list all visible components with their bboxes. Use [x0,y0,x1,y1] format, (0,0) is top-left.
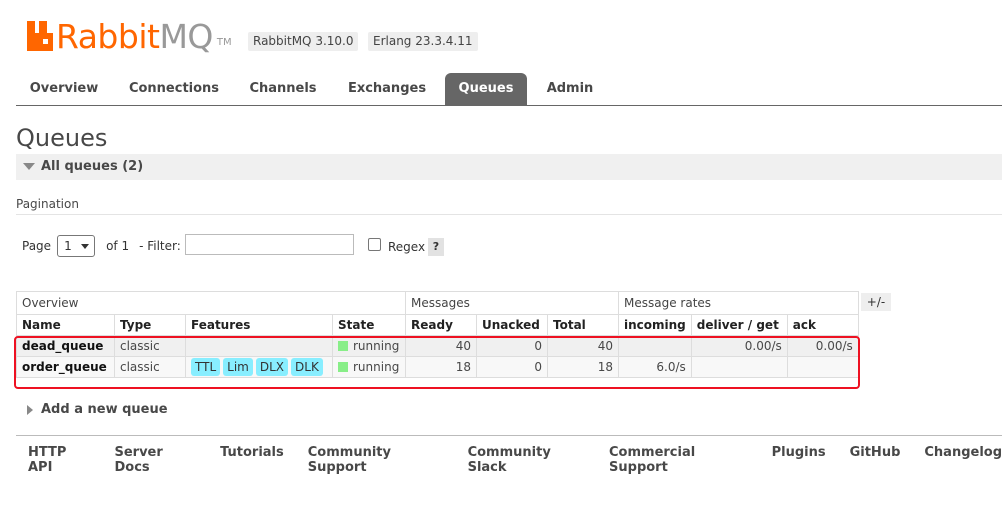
filter-label: - Filter: [139,239,181,253]
chevron-down-icon [81,244,90,249]
expand-triangle-icon [27,404,33,415]
queue-incoming [618,335,692,357]
footer-link-tutorials[interactable]: Tutorials [220,445,284,475]
col-state[interactable]: State [332,314,406,336]
feature-badge-ttl[interactable]: TTL [191,358,221,376]
queue-unacked: 0 [476,335,548,357]
running-status-icon [338,341,348,351]
tab-overview[interactable]: Overview [16,73,112,105]
add-new-queue-label: Add a new queue [41,402,168,417]
add-new-queue-toggle[interactable]: Add a new queue [27,402,168,417]
group-overview: Overview [16,291,406,315]
col-name[interactable]: Name [16,314,115,336]
column-toggle-button[interactable]: +/- [861,293,891,311]
queue-type: classic [114,335,186,357]
tab-queues[interactable]: Queues [445,73,527,105]
queue-features: TTL Lim DLX DLK [185,356,333,378]
regex-label: Regex [388,240,426,254]
all-queues-heading: All queues (2) [41,159,144,174]
page-title: Queues [16,124,108,152]
col-deliver-get[interactable]: deliver / get [690,314,788,336]
col-incoming[interactable]: incoming [618,314,692,336]
queue-incoming: 6.0/s [618,356,692,378]
footer-link-community-support[interactable]: Community Support [308,445,444,475]
table-row[interactable]: order_queue classic TTL Lim DLX DLK running… [16,356,859,378]
tab-admin[interactable]: Admin [540,73,600,105]
col-type[interactable]: Type [114,314,186,336]
page-label: Page [22,239,52,253]
feature-badge-dlk[interactable]: DLK [291,358,323,376]
tab-channels[interactable]: Channels [242,73,324,105]
regex-checkbox[interactable] [368,238,381,251]
table-row[interactable]: dead_queue classic running 40 0 40 0.00/… [16,335,859,357]
main-nav-tabs: Overview Connections Channels Exchanges … [16,73,1002,106]
footer-links: HTTP API Server Docs Tutorials Community… [16,445,1002,475]
rabbit-logo-icon [27,21,53,51]
feature-badge-dlx[interactable]: DLX [255,358,289,376]
queue-ready: 40 [405,335,477,357]
footer-link-community-slack[interactable]: Community Slack [468,445,585,475]
col-ack[interactable]: ack [786,314,859,336]
queue-total: 40 [547,335,619,357]
group-message-rates: Message rates [618,291,859,315]
col-unacked[interactable]: Unacked [476,314,548,336]
col-total[interactable]: Total [547,314,619,336]
regex-help-button[interactable]: ? [428,238,444,256]
footer-link-http-api[interactable]: HTTP API [28,445,90,475]
queue-features [185,335,333,357]
logo-trademark: TM [216,37,232,48]
footer-link-commercial-support[interactable]: Commercial Support [609,445,748,475]
queue-ack: 0.00/s [786,335,859,357]
queue-state: running [332,356,406,378]
running-status-icon [338,362,348,372]
pagination-divider [16,214,1002,215]
footer-link-plugins[interactable]: Plugins [772,445,826,475]
logo-text: RabbitMQ [56,17,213,56]
all-queues-section-toggle[interactable]: All queues (2) [16,154,1002,180]
footer-link-github[interactable]: GitHub [850,445,901,475]
queue-type: classic [114,356,186,378]
rabbitmq-logo: RabbitMQ TM [27,14,232,54]
page-of-label: of 1 [106,239,130,253]
tab-exchanges[interactable]: Exchanges [342,73,432,105]
col-features[interactable]: Features [185,314,333,336]
queue-deliver-get: 0.00/s [690,335,788,357]
pagination-controls: Page 1 of 1 - Filter: [22,234,181,258]
queue-total: 18 [547,356,619,378]
rabbitmq-version-badge: RabbitMQ 3.10.0 [248,32,359,51]
feature-badge-lim[interactable]: Lim [223,358,253,376]
col-ready[interactable]: Ready [405,314,477,336]
tab-connections[interactable]: Connections [120,73,228,105]
queue-deliver-get [690,356,788,378]
pagination-heading: Pagination [16,197,79,211]
queue-state: running [332,335,406,357]
group-messages: Messages [405,291,619,315]
queue-unacked: 0 [476,356,548,378]
queue-name-link[interactable]: order_queue [16,356,115,378]
queue-ack [786,356,859,378]
footer-divider [16,435,1002,436]
queue-name-link[interactable]: dead_queue [16,335,115,357]
erlang-version-badge: Erlang 23.3.4.11 [368,32,478,51]
collapse-triangle-icon [23,163,35,170]
queues-table: Overview Messages Message rates Name Typ… [16,291,859,378]
footer-link-server-docs[interactable]: Server Docs [114,445,196,475]
footer-link-changelog[interactable]: Changelog [924,445,1002,475]
page-select[interactable]: 1 [57,235,96,257]
filter-input[interactable] [185,234,354,255]
queue-ready: 18 [405,356,477,378]
